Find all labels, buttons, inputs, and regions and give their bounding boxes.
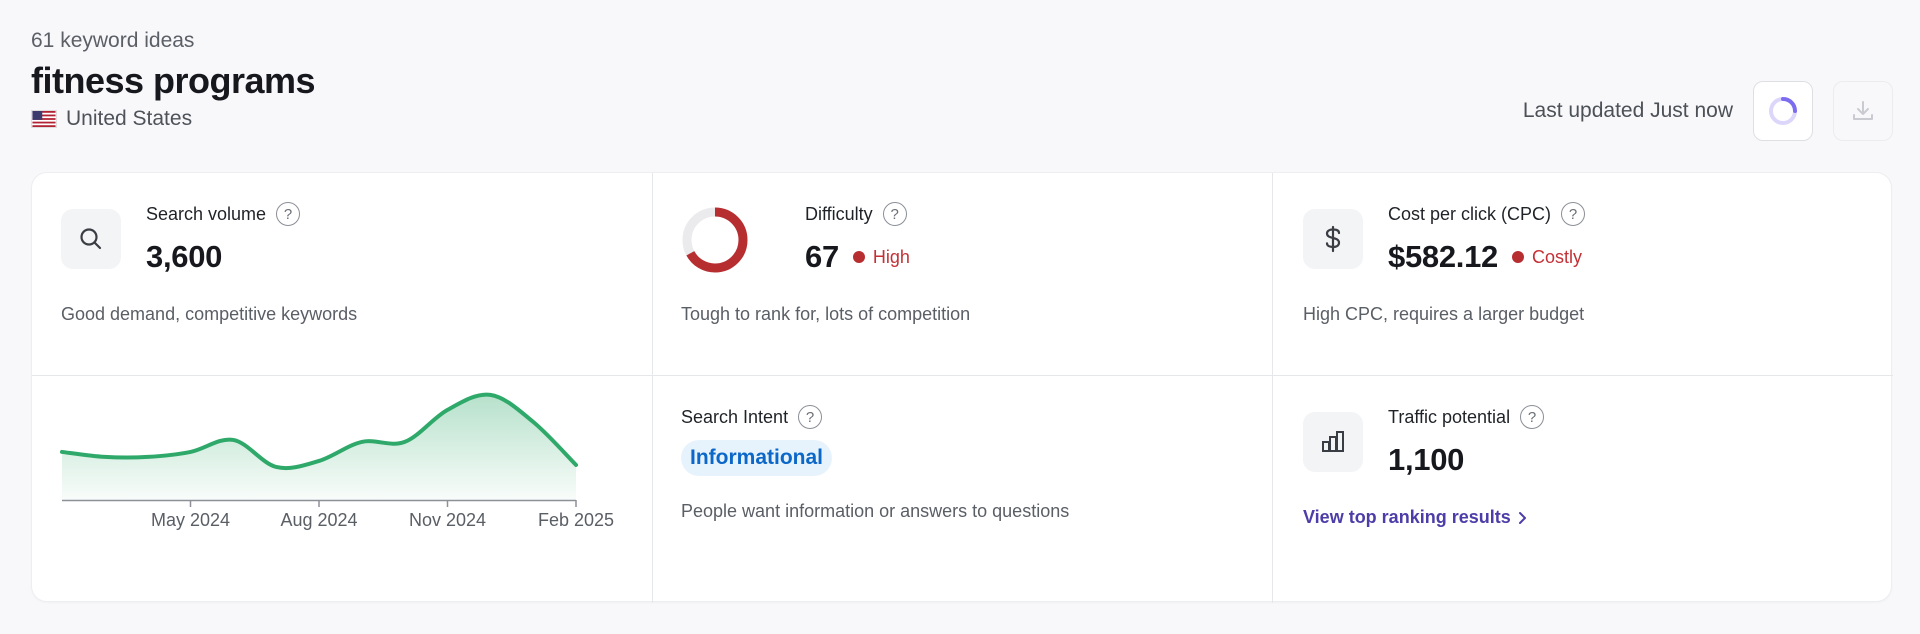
search-volume-value: 3,600: [146, 239, 223, 274]
difficulty-label-row: Difficulty ?: [805, 202, 907, 226]
keyword-overview-card: Search volume ? 3,600 Good demand, compe…: [31, 172, 1893, 603]
help-icon[interactable]: ?: [882, 202, 907, 226]
search-volume-value-row: 3,600: [146, 239, 222, 275]
help-icon[interactable]: ?: [1561, 202, 1586, 226]
traffic-potential-icon-box: [1303, 412, 1363, 472]
view-top-ranking-link[interactable]: View top ranking results: [1303, 507, 1527, 528]
keyword-title: fitness programs: [31, 60, 316, 101]
traffic-potential-panel: Traffic potential ? 1,100 View top ranki…: [1272, 376, 1893, 603]
status-dot: [852, 251, 865, 263]
search-intent-panel: Search Intent ? Informational People wan…: [652, 376, 1272, 603]
traffic-potential-value-row: 1,100: [1388, 442, 1464, 478]
search-intent-label-row: Search Intent ?: [681, 405, 823, 429]
status-dot: [1511, 251, 1524, 263]
traffic-potential-value: 1,100: [1388, 442, 1465, 477]
keyword-header: 61 keyword ideas fitness programs United…: [31, 30, 316, 131]
us-flag-icon: [31, 109, 57, 128]
cpc-level-badge: Costly: [1511, 246, 1582, 268]
search-volume-trend-panel: May 2024 Aug 2024 Nov 2024 Feb 2025: [32, 376, 652, 603]
x-axis-ticks: May 2024 Aug 2024 Nov 2024 Feb 2025: [151, 500, 614, 530]
search-volume-trend-chart: May 2024 Aug 2024 Nov 2024 Feb 2025: [60, 392, 614, 530]
x-tick-label: May 2024: [151, 510, 230, 530]
export-button[interactable]: [1833, 81, 1893, 141]
trend-area: [62, 394, 576, 500]
difficulty-level: High: [872, 246, 910, 267]
dollar-icon: [1325, 225, 1341, 253]
search-intent-description: People want information or answers to qu…: [681, 501, 1070, 521]
difficulty-value: 67: [805, 239, 839, 274]
traffic-potential-label: Traffic potential: [1388, 406, 1511, 427]
search-volume-icon-box: [61, 209, 121, 269]
refresh-button[interactable]: [1753, 81, 1813, 141]
help-icon[interactable]: ?: [1520, 405, 1545, 429]
difficulty-gauge: [682, 207, 748, 273]
cpc-panel: Cost per click (CPC) ? $582.12 Costly Hi…: [1272, 173, 1893, 375]
keyword-idea-count[interactable]: 61 keyword ideas: [31, 30, 315, 51]
search-icon: [80, 228, 102, 250]
cpc-value: $582.12: [1388, 239, 1498, 274]
x-tick-label: Nov 2024: [409, 510, 486, 530]
search-intent-label: Search Intent: [681, 406, 789, 427]
help-icon[interactable]: ?: [276, 202, 301, 226]
difficulty-level-badge: High: [852, 246, 910, 268]
cpc-description: High CPC, requires a larger budget: [1303, 304, 1585, 324]
difficulty-label: Difficulty: [805, 203, 873, 224]
chevron-right-icon: [1518, 511, 1526, 524]
cpc-value-row: $582.12 Costly: [1388, 239, 1582, 275]
difficulty-panel: Difficulty ? 67 High Tough to rank for, …: [652, 173, 1272, 375]
search-volume-label: Search volume: [146, 203, 267, 224]
x-tick-label: Aug 2024: [280, 510, 357, 530]
country-selector[interactable]: United States: [31, 107, 315, 131]
cpc-label: Cost per click (CPC): [1388, 203, 1552, 224]
country-label: United States: [66, 106, 193, 130]
cpc-icon-box: [1303, 209, 1363, 269]
search-intent-badge: Informational: [681, 440, 833, 476]
spinner-icon: [1769, 97, 1797, 125]
download-icon: [1853, 101, 1873, 120]
search-volume-label-row: Search volume ?: [146, 202, 301, 226]
cpc-label-row: Cost per click (CPC) ?: [1388, 202, 1586, 226]
difficulty-value-row: 67 High: [805, 239, 910, 275]
search-volume-panel: Search volume ? 3,600 Good demand, compe…: [32, 173, 652, 375]
difficulty-description: Tough to rank for, lots of competition: [681, 304, 971, 324]
x-tick-label: Feb 2025: [538, 510, 614, 530]
search-volume-description: Good demand, competitive keywords: [61, 304, 358, 324]
last-updated-text: Last updated Just now: [1522, 99, 1733, 122]
help-icon[interactable]: ?: [798, 405, 823, 429]
bar-chart-icon: [1322, 431, 1344, 452]
view-top-ranking-label: View top ranking results: [1303, 507, 1511, 527]
header-actions: Last updated Just now: [1523, 81, 1893, 141]
traffic-potential-label-row: Traffic potential ?: [1388, 405, 1545, 429]
cpc-level: Costly: [1531, 246, 1582, 267]
